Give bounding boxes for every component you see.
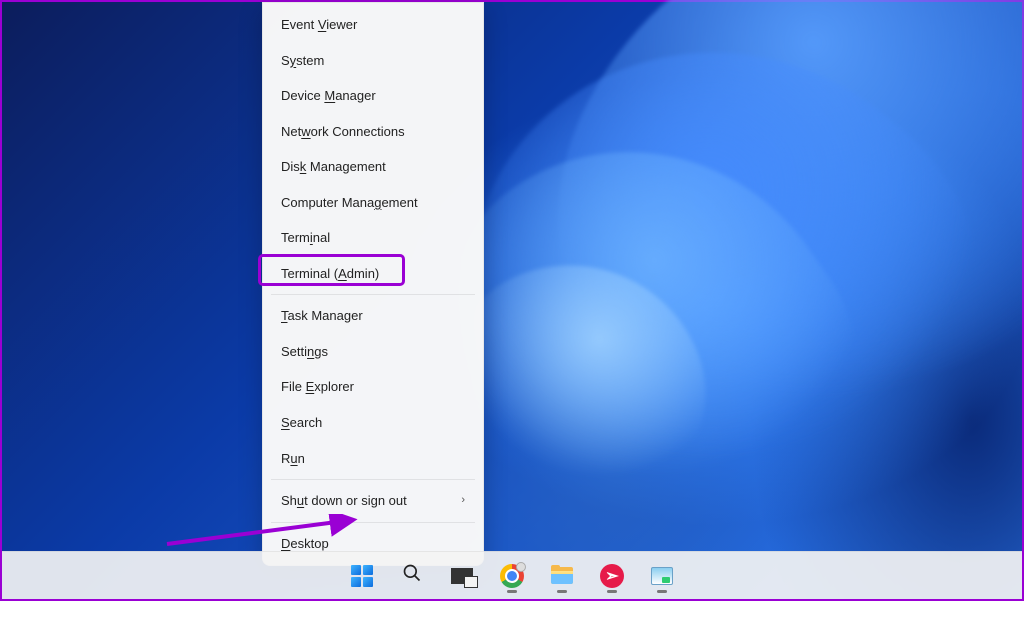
running-indicator	[557, 590, 567, 593]
menu-item-disk-management[interactable]: Disk Management	[263, 149, 483, 185]
running-indicator	[657, 590, 667, 593]
menu-item-search[interactable]: Search	[263, 405, 483, 441]
menu-item-run[interactable]: Run	[263, 441, 483, 477]
task-view-icon	[451, 568, 473, 584]
menu-separator	[271, 294, 475, 295]
menu-item-label: Terminal (Admin)	[281, 265, 379, 283]
chrome-icon	[500, 564, 524, 588]
pinned-app-red[interactable]: ➣	[592, 556, 632, 596]
menu-item-label: Terminal	[281, 229, 330, 247]
menu-item-label: Run	[281, 450, 305, 468]
menu-separator	[271, 522, 475, 523]
menu-item-settings[interactable]: Settings	[263, 334, 483, 370]
menu-item-task-manager[interactable]: Task Manager	[263, 298, 483, 334]
menu-item-file-explorer[interactable]: File Explorer	[263, 369, 483, 405]
chrome-app[interactable]	[492, 556, 532, 596]
menu-item-label: Disk Management	[281, 158, 386, 176]
menu-item-label: Settings	[281, 343, 328, 361]
menu-item-label: System	[281, 52, 324, 70]
menu-item-label: Network Connections	[281, 123, 405, 141]
menu-item-label: Device Manager	[281, 87, 376, 105]
app-icon: ➣	[600, 564, 624, 588]
running-indicator	[507, 590, 517, 593]
taskbar: ➣	[2, 551, 1022, 599]
menu-item-network-connections[interactable]: Network Connections	[263, 114, 483, 150]
task-view-button[interactable]	[442, 556, 482, 596]
search-icon	[402, 563, 422, 588]
search-button[interactable]	[392, 556, 432, 596]
menu-item-device-manager[interactable]: Device Manager	[263, 78, 483, 114]
file-explorer-app[interactable]	[542, 556, 582, 596]
winx-context-menu: Event Viewer System Device Manager Network …	[262, 2, 484, 566]
menu-item-label: File Explorer	[281, 378, 354, 396]
start-button[interactable]	[342, 556, 382, 596]
menu-item-terminal-admin[interactable]: Terminal (Admin)	[263, 256, 483, 292]
menu-item-label: Shut down or sign out	[281, 492, 407, 510]
desktop-wallpaper	[2, 2, 1022, 599]
menu-item-label: Computer Management	[281, 194, 418, 212]
chevron-right-icon: ›	[461, 493, 465, 508]
control-panel-app[interactable]	[642, 556, 682, 596]
control-panel-icon	[651, 567, 673, 585]
menu-item-event-viewer[interactable]: Event Viewer	[263, 7, 483, 43]
menu-item-label: Search	[281, 414, 322, 432]
windows-start-icon	[351, 565, 373, 587]
running-indicator	[607, 590, 617, 593]
menu-item-label: Event Viewer	[281, 16, 357, 34]
menu-item-computer-management[interactable]: Computer Management	[263, 185, 483, 221]
menu-item-system[interactable]: System	[263, 43, 483, 79]
menu-separator	[271, 479, 475, 480]
menu-item-shutdown[interactable]: Shut down or sign out ›	[263, 483, 483, 519]
menu-item-terminal[interactable]: Terminal	[263, 220, 483, 256]
file-explorer-icon	[551, 567, 573, 584]
menu-item-label: Task Manager	[281, 307, 363, 325]
menu-item-label: Desktop	[281, 535, 329, 553]
